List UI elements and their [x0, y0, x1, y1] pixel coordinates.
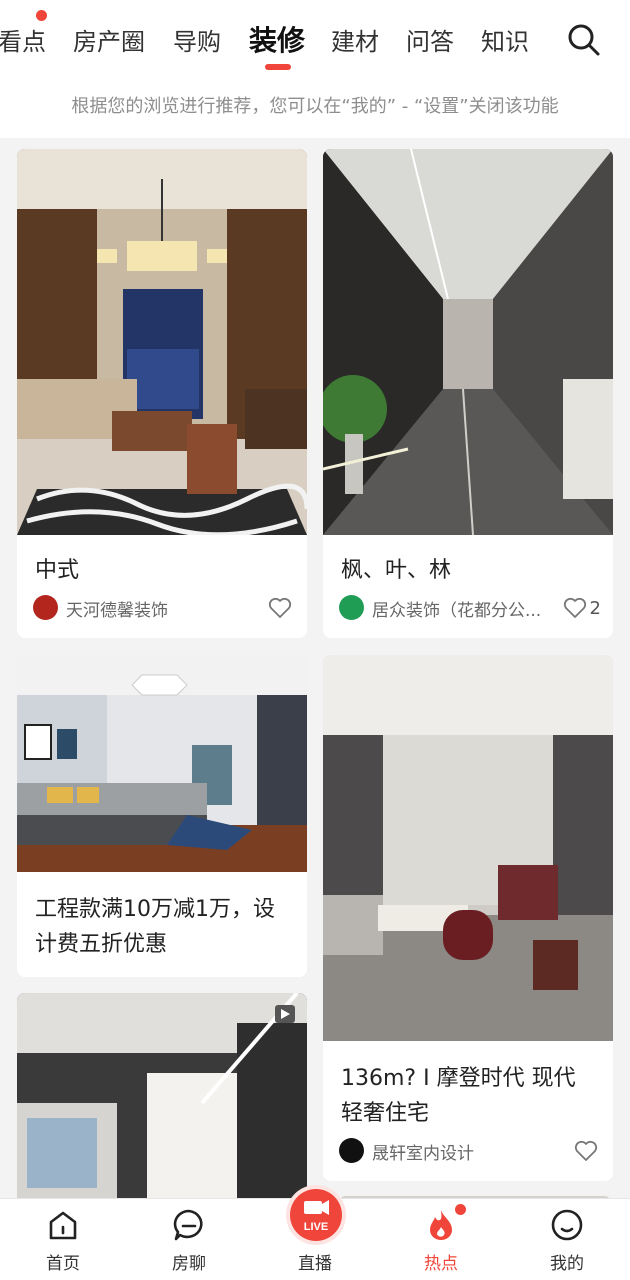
card-meta: 晟轩室内设计 [339, 1138, 601, 1164]
smiley-face-icon [551, 1209, 583, 1241]
notification-dot [36, 10, 47, 21]
active-tab-indicator [265, 64, 291, 70]
card-title: 枫、叶、林 [341, 558, 452, 583]
recommendation-hint: 根据您的浏览进行推荐，您可以在“我的” - “设置”关闭该功能 [71, 96, 559, 117]
flame-icon [430, 1210, 452, 1240]
nav-hot-label: 热点 [424, 1254, 458, 1274]
card-meta: 居众装饰（花都分公... 2 [339, 595, 601, 621]
nav-me[interactable]: 我的 [517, 1199, 617, 1280]
nav-hot[interactable]: 热点 [391, 1199, 491, 1280]
author-name: 居众装饰（花都分公... [372, 601, 542, 621]
nav-home-label: 首页 [46, 1254, 80, 1274]
feed-card[interactable]: 枫、叶、林 居众装饰（花都分公... 2 [323, 149, 613, 638]
like-button[interactable]: 2 [563, 595, 601, 621]
author-name: 天河德馨装饰 [66, 601, 168, 621]
recommendation-hint-bar: 根据您的浏览进行推荐，您可以在“我的” - “设置”关闭该功能 [0, 80, 630, 138]
heart-icon [563, 597, 586, 618]
nav-me-label: 我的 [550, 1254, 584, 1274]
notification-dot [455, 1204, 466, 1215]
nav-live-label: 直播 [298, 1254, 332, 1274]
heart-icon [574, 1140, 598, 1161]
tab-zhishi[interactable]: 知识 [481, 22, 529, 57]
tab-wenda[interactable]: 问答 [406, 22, 454, 57]
like-button[interactable] [574, 1138, 601, 1164]
top-nav: 看点 房产圈 导购 装修 建材 问答 知识 [0, 0, 630, 80]
living-room-photo [17, 149, 307, 535]
author-avatar [33, 595, 58, 620]
like-button[interactable] [268, 595, 295, 621]
feed-card[interactable] [17, 993, 307, 1213]
interior-video-photo [17, 993, 307, 1213]
bedroom-photo [17, 655, 307, 872]
feed-card[interactable]: 136m? I 摩登时代 现代轻奢住宅 晟轩室内设计 [323, 655, 613, 1181]
card-title: 工程款满10万减1万，设计费五折优惠 [35, 897, 275, 957]
video-camera-icon: LIVE [304, 1200, 329, 1233]
card-meta: 天河德馨装饰 [33, 595, 295, 621]
modern-living-room-photo [323, 655, 613, 1041]
tab-kandian[interactable]: 看点 [0, 22, 46, 57]
live-badge: LIVE [304, 1221, 328, 1233]
nav-home[interactable]: 首页 [13, 1199, 113, 1280]
tab-daogou[interactable]: 导购 [173, 22, 221, 57]
author-name: 晟轩室内设计 [372, 1144, 474, 1164]
tab-zhuangxiu[interactable]: 装修 [249, 19, 305, 59]
hallway-photo [323, 149, 613, 535]
tab-jiancai[interactable]: 建材 [331, 22, 379, 57]
feed-card[interactable]: 工程款满10万减1万，设计费五折优惠 [17, 655, 307, 977]
chat-bubble-icon [173, 1209, 203, 1241]
like-count: 2 [589, 597, 601, 619]
nav-chat[interactable]: 房聊 [139, 1199, 239, 1280]
heart-icon [268, 597, 292, 618]
author-avatar [339, 595, 364, 620]
feed-card[interactable]: 中式 天河德馨装饰 [17, 149, 307, 638]
tab-fangchanquan[interactable]: 房产圈 [73, 22, 145, 57]
search-icon[interactable] [566, 22, 602, 58]
home-icon [49, 1211, 77, 1240]
card-title: 中式 [35, 558, 80, 583]
nav-chat-label: 房聊 [172, 1254, 206, 1274]
author-avatar [339, 1138, 364, 1163]
live-button[interactable]: LIVE [290, 1189, 342, 1241]
card-title: 136m? I 摩登时代 现代轻奢住宅 [341, 1066, 576, 1126]
